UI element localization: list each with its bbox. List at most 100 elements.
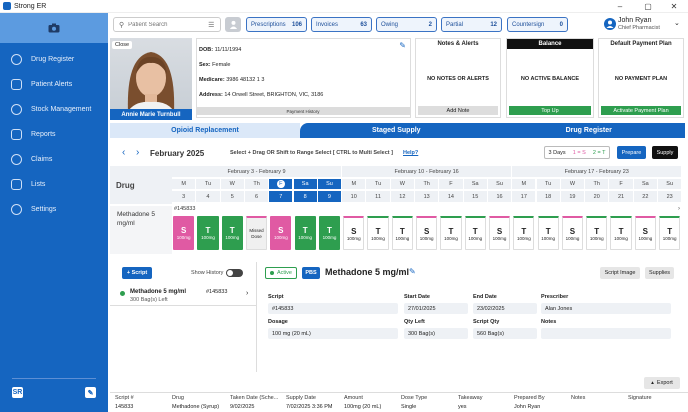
dose-cell[interactable]: T 100mg	[221, 216, 243, 250]
table-header[interactable]: Prepared By	[514, 395, 545, 401]
dose-cell[interactable]: S 100mg	[634, 216, 656, 250]
table-header[interactable]: Takeaway	[458, 395, 482, 401]
dose-cell[interactable]: T 100mg	[610, 216, 632, 250]
day-of-week[interactable]: F	[439, 179, 463, 189]
day-of-week[interactable]: M	[172, 179, 196, 189]
table-header[interactable]: Script #	[115, 395, 134, 401]
maximize-icon[interactable]: ▢	[638, 0, 658, 13]
day-date[interactable]: 17	[512, 191, 536, 202]
dose-cell[interactable]: T 100mg	[659, 216, 681, 250]
dose-cell[interactable]: S 100mg	[173, 216, 195, 250]
sidebar-item-patient-alerts[interactable]: Patient Alerts	[0, 72, 108, 97]
user-menu[interactable]: John Ryan Chief Pharmacist ⌄	[604, 17, 684, 33]
day-of-week[interactable]: Su	[487, 179, 512, 189]
close-patient-button[interactable]: Close	[112, 41, 133, 49]
pill-countersign[interactable]: Countersign 0	[507, 17, 568, 32]
table-header[interactable]: Dose Type	[401, 395, 427, 401]
tab-drug-register[interactable]: Drug Register	[492, 123, 685, 138]
dose-cell[interactable]: T 100mg	[537, 216, 559, 250]
day-date[interactable]: 3	[172, 191, 196, 202]
table-header[interactable]: Supply Date	[286, 395, 316, 401]
day-of-week[interactable]: F	[609, 179, 633, 189]
dose-cell[interactable]: S 100mg	[561, 216, 584, 250]
next-month-icon[interactable]: ›	[136, 147, 139, 158]
day-date[interactable]: 12	[390, 191, 414, 202]
script-list-item[interactable]: Methadone 5 mg/ml #145833 300 Bag(s) Lef…	[110, 284, 256, 306]
day-of-week[interactable]: Tu	[536, 179, 560, 189]
drug-row-label[interactable]: Methadone 5 mg/ml	[110, 206, 172, 254]
minimize-icon[interactable]: –	[610, 0, 630, 13]
day-date[interactable]: 19	[560, 191, 585, 202]
day-date[interactable]: 23	[658, 191, 682, 202]
table-header[interactable]: Amount	[344, 395, 363, 401]
pill-invoices[interactable]: Invoices 63	[311, 17, 372, 32]
dose-cell[interactable]: Missed Dose	[245, 216, 268, 250]
prev-month-icon[interactable]: ‹	[122, 147, 125, 158]
dose-cell[interactable]: T 100mg	[294, 216, 316, 250]
dose-cell[interactable]: T 100mg	[367, 216, 389, 250]
day-date[interactable]: 22	[633, 191, 657, 202]
supplies-button[interactable]: Supplies	[645, 267, 674, 279]
day-date[interactable]: 13	[415, 191, 439, 202]
day-date[interactable]: 21	[609, 191, 633, 202]
table-header[interactable]: Taken Date (Sche...	[230, 395, 278, 401]
day-of-week[interactable]: M	[512, 179, 536, 189]
supply-button[interactable]: Supply	[652, 146, 678, 159]
day-of-week[interactable]: W	[220, 179, 244, 189]
camera-icon[interactable]	[48, 23, 60, 33]
filter-icon[interactable]: ☰	[208, 21, 214, 29]
day-of-week[interactable]: Th	[415, 179, 439, 189]
dose-cell[interactable]: T 100mg	[318, 216, 341, 250]
day-of-week[interactable]: Tu	[196, 179, 220, 189]
day-of-week[interactable]: M	[342, 179, 366, 189]
chevron-down-icon[interactable]: ⌄	[674, 19, 680, 27]
edit-icon[interactable]: ✎	[85, 387, 96, 398]
day-of-week[interactable]: Su	[317, 179, 342, 189]
table-header[interactable]: Signature	[628, 395, 652, 401]
add-note-button[interactable]: Add Note	[418, 106, 498, 115]
sidebar-item-stock-management[interactable]: Stock Management	[0, 97, 108, 122]
day-date[interactable]: 16	[487, 191, 512, 202]
day-date[interactable]: 10	[342, 191, 366, 202]
day-date[interactable]: 9	[317, 191, 342, 202]
sidebar-item-settings[interactable]: Settings	[0, 197, 108, 222]
day-of-week[interactable]: F	[269, 179, 293, 189]
day-of-week[interactable]: Sa	[463, 179, 487, 189]
dose-cell[interactable]: T 100mg	[513, 216, 535, 250]
close-window-icon[interactable]: ✕	[664, 0, 684, 13]
dose-cell[interactable]: S 100mg	[416, 216, 438, 250]
prepare-button[interactable]: Prepare	[617, 146, 646, 159]
pill-partial[interactable]: Partial 12	[441, 17, 502, 32]
patient-search[interactable]: ⚲ ☰	[113, 17, 221, 32]
day-date[interactable]: 14	[439, 191, 463, 202]
day-date[interactable]: 18	[536, 191, 560, 202]
dose-cell[interactable]: S 100mg	[270, 216, 292, 250]
scroll-right-icon[interactable]: ›	[678, 206, 680, 212]
dose-cell[interactable]: T 100mg	[586, 216, 608, 250]
dose-cell[interactable]: T 100mg	[391, 216, 413, 250]
sr-logo-icon[interactable]: SR	[12, 387, 23, 398]
day-date[interactable]: 8	[293, 191, 317, 202]
day-date[interactable]: 6	[244, 191, 269, 202]
day-of-week[interactable]: W	[390, 179, 414, 189]
table-header[interactable]: Notes	[571, 395, 585, 401]
day-of-week[interactable]: Th	[244, 179, 269, 189]
day-date[interactable]: 7	[269, 191, 293, 202]
edit-patient-icon[interactable]: ✎	[399, 41, 406, 50]
show-history-toggle[interactable]	[226, 269, 243, 277]
sidebar-item-lists[interactable]: Lists	[0, 172, 108, 197]
add-script-button[interactable]: + Script	[122, 267, 152, 279]
pill-prescriptions[interactable]: Prescriptions 106	[246, 17, 307, 32]
edit-script-icon[interactable]: ✎	[409, 267, 416, 276]
day-of-week[interactable]: Sa	[633, 179, 657, 189]
day-date[interactable]: 5	[220, 191, 244, 202]
day-date[interactable]: 4	[196, 191, 220, 202]
table-header[interactable]: Drug	[172, 395, 184, 401]
tab-staged-supply[interactable]: Staged Supply	[300, 123, 493, 138]
top-up-button[interactable]: Top Up	[509, 106, 591, 115]
dose-cell[interactable]: S 100mg	[488, 216, 511, 250]
day-of-week[interactable]: Th	[585, 179, 609, 189]
day-of-week[interactable]: Su	[658, 179, 682, 189]
export-button[interactable]: ▴ Export	[644, 377, 680, 389]
day-date[interactable]: 11	[366, 191, 390, 202]
